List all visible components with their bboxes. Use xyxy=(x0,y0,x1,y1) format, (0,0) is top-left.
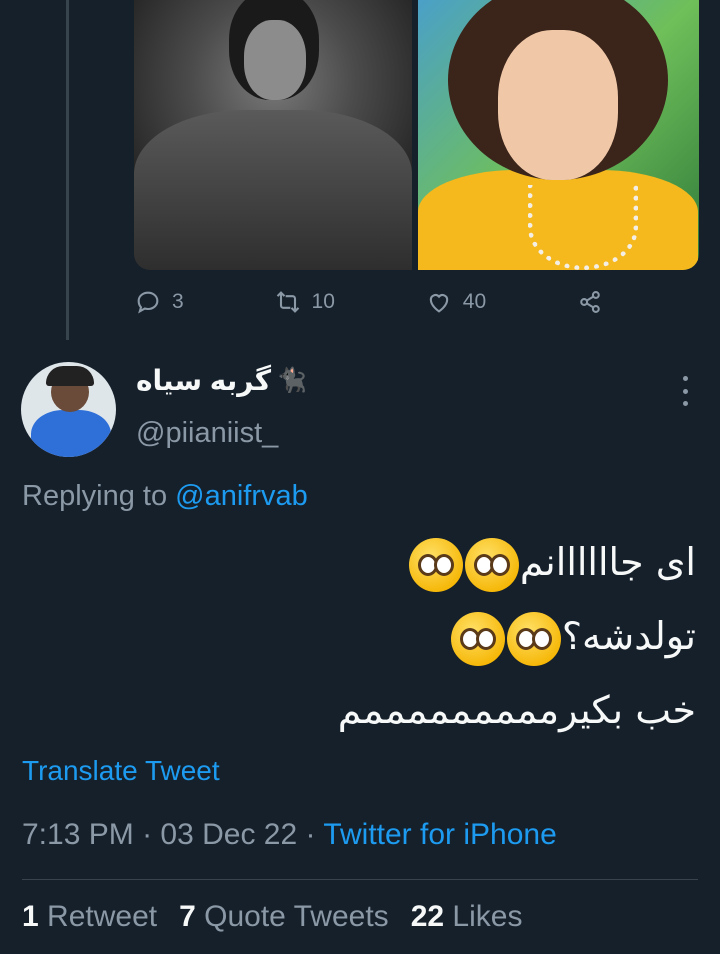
tweet-line-2: تولدشه؟ xyxy=(36,599,696,673)
reply-action[interactable]: 3 xyxy=(134,288,184,316)
tweet-text: ای جاااااانم تولدشه؟ خب بکیرمممممممممم xyxy=(36,525,696,747)
replying-prefix: Replying to xyxy=(22,480,176,512)
replying-to: Replying to @anifrvab xyxy=(22,480,308,513)
reply-icon xyxy=(137,291,159,314)
previous-tweet-actions: 3 10 40 xyxy=(134,288,604,316)
likes-stat[interactable]: 22 Likes xyxy=(411,900,523,934)
thread-line xyxy=(66,0,69,340)
quote-tweets-stat[interactable]: 7 Quote Tweets xyxy=(179,900,389,934)
retweet-count: 10 xyxy=(311,290,335,313)
previous-tweet-media[interactable] xyxy=(134,0,699,270)
like-icon xyxy=(429,294,448,313)
author-name[interactable]: گربه سیاه 🐈‍⬛ xyxy=(136,364,307,397)
tweet-line-1: ای جاااااانم xyxy=(36,525,696,599)
media-image-grayscale[interactable] xyxy=(134,0,412,270)
tweet-line-3: خب بکیرمممممممممم xyxy=(337,688,696,732)
retweet-action[interactable]: 10 xyxy=(274,288,335,316)
replying-mention[interactable]: @anifrvab xyxy=(175,480,308,512)
pleading-face-emoji xyxy=(464,537,519,592)
pleading-face-emoji xyxy=(408,537,463,592)
tweet-time[interactable]: 7:13 PM xyxy=(22,818,134,851)
reply-count: 3 xyxy=(172,290,184,313)
author-handle[interactable]: @piianiist_ xyxy=(136,417,278,450)
pleading-face-emoji xyxy=(450,611,505,666)
retweets-stat[interactable]: 1 Retweet xyxy=(22,900,157,934)
retweet-icon xyxy=(276,291,299,313)
author-avatar[interactable] xyxy=(21,362,116,457)
share-action[interactable] xyxy=(576,288,604,316)
tweet-stats: 1 Retweet 7 Quote Tweets 22 Likes xyxy=(22,900,522,934)
black-cat-emoji: 🐈‍⬛ xyxy=(276,367,307,394)
author-display-name: گربه سیاه xyxy=(136,365,271,396)
translate-tweet-link[interactable]: Translate Tweet xyxy=(22,755,220,787)
like-count: 40 xyxy=(462,290,487,313)
divider xyxy=(22,879,698,880)
media-image-color[interactable] xyxy=(418,0,699,270)
more-options-icon[interactable] xyxy=(675,376,695,406)
pleading-face-emoji xyxy=(506,611,561,666)
like-action[interactable]: 40 xyxy=(425,288,486,316)
tweet-date[interactable]: 03 Dec 22 xyxy=(160,818,297,851)
tweet-meta: 7:13 PM · 03 Dec 22 · Twitter for iPhone xyxy=(22,818,557,851)
tweet-client[interactable]: Twitter for iPhone xyxy=(323,818,556,851)
share-icon xyxy=(580,291,600,313)
